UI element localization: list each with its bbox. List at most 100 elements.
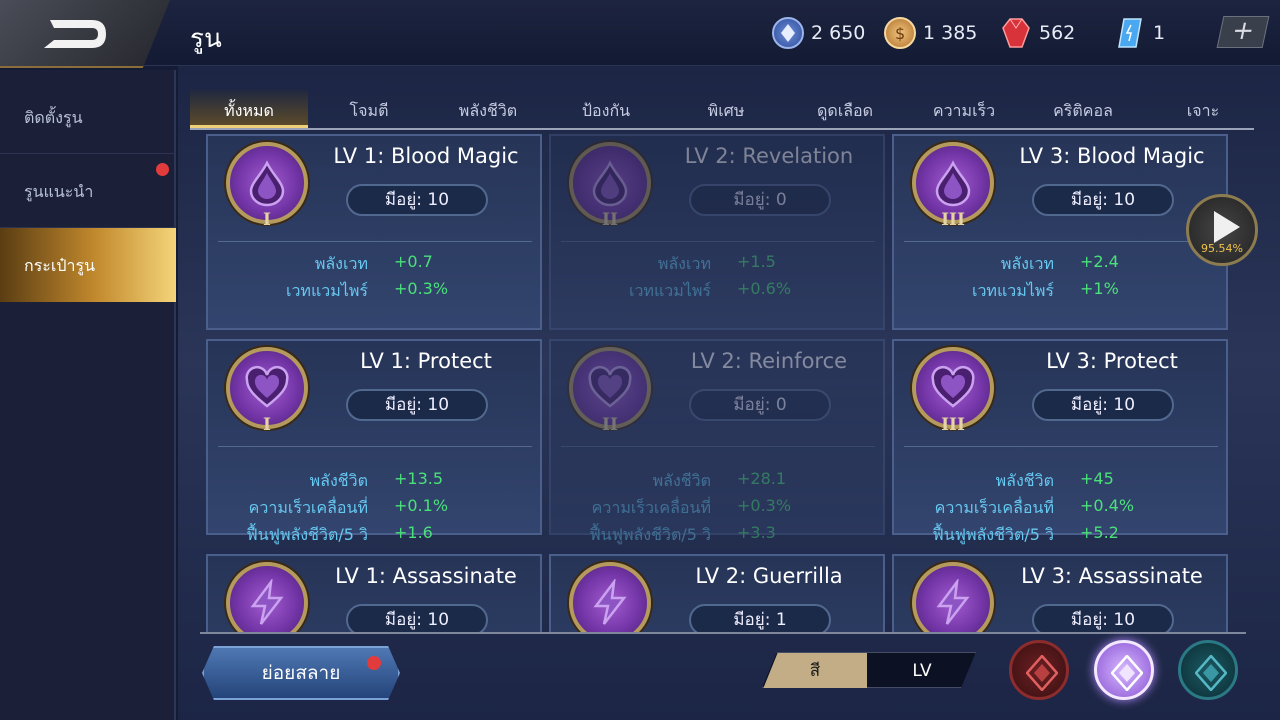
heart-icon bbox=[931, 366, 975, 408]
purple-rune-filter-icon[interactable] bbox=[1094, 640, 1154, 700]
gold-coin-icon: $ bbox=[884, 17, 916, 49]
rune-stat-label: พลังเวท bbox=[1000, 254, 1054, 273]
rune-stat-row: ฟื้นฟูพลังชีวิต/5 วิ +1.6 bbox=[208, 523, 544, 547]
lightning-rune-emblem: II bbox=[569, 562, 651, 632]
blue-voucher-icon bbox=[772, 17, 804, 49]
sidebar: ติดตั้งรูน รูนแนะนำ กระเป๋ารูน bbox=[0, 70, 176, 720]
currency-crystal: 1 bbox=[1114, 17, 1165, 49]
lightning-icon bbox=[250, 579, 284, 625]
tab-special[interactable]: พิเศษ bbox=[708, 99, 745, 124]
currency-gold-value: 1 385 bbox=[923, 22, 978, 44]
rune-stat-value: +0.3% bbox=[737, 496, 792, 515]
category-tabs: ทั้งหมด โจมตี พลังชีวิต ป้องกัน พิเศษ ดู… bbox=[190, 90, 1254, 130]
blue-crystal-icon bbox=[1114, 17, 1146, 49]
rune-card[interactable]: II LV 2: Reinforce มีอยู่: 0 พลังชีวิต +28.1… bbox=[549, 339, 885, 544]
rune-stat-row: เวทแวมไพร์ +0.6% bbox=[551, 279, 887, 303]
rune-owned-count: มีอยู่: 0 bbox=[689, 389, 831, 421]
red-rune-filter-icon[interactable] bbox=[1009, 640, 1069, 700]
rune-card[interactable]: III LV 3: Assassinate มีอยู่: 10 bbox=[892, 554, 1228, 632]
rune-stat-row: เวทแวมไพร์ +1% bbox=[894, 279, 1230, 303]
rune-stat-label: พลังชีวิต bbox=[995, 471, 1054, 490]
tab-critical[interactable]: คริติคอล bbox=[1053, 99, 1113, 124]
rune-stat-label: ความเร็วเคลื่อนที่ bbox=[248, 498, 368, 517]
rune-stat-label: พลังเวท bbox=[314, 254, 368, 273]
rune-stat-value: +28.1 bbox=[737, 469, 787, 488]
rune-owned-count: มีอยู่: 10 bbox=[346, 604, 488, 632]
rune-tier: III bbox=[941, 415, 965, 435]
rune-stat-row: พลังเวท +0.7 bbox=[208, 252, 544, 276]
lightning-icon bbox=[936, 579, 970, 625]
page-title: รูน bbox=[190, 24, 222, 54]
tab-speed[interactable]: ความเร็ว bbox=[933, 99, 995, 124]
rune-card[interactable]: I LV 1: Blood Magic มีอยู่: 10 พลังเวท +0.7 เ… bbox=[206, 134, 542, 330]
rune-card[interactable]: III LV 3: Protect มีอยู่: 10 พลังชีวิต +45 คว… bbox=[892, 339, 1230, 544]
rune-name: LV 1: Protect bbox=[360, 349, 492, 373]
sort-toggle: สี LV bbox=[762, 652, 976, 688]
tab-hp[interactable]: พลังชีวิต bbox=[459, 99, 517, 124]
rune-stat-row: พลังเวท +2.4 bbox=[894, 252, 1230, 276]
rune-stat-row: ฟื้นฟูพลังชีวิต/5 วิ +5.2 bbox=[894, 523, 1230, 547]
rune-grid: I LV 1: Blood Magic มีอยู่: 10 พลังเวท +0.7 เ… bbox=[200, 134, 1250, 632]
currency-voucher: 2 650 bbox=[772, 17, 865, 49]
rune-name: LV 1: Blood Magic bbox=[333, 144, 519, 168]
sort-by-color-button[interactable]: สี bbox=[763, 653, 867, 688]
rune-stat-row: ฟื้นฟูพลังชีวิต/5 วิ +3.3 bbox=[551, 523, 887, 547]
rune-name: LV 1: Assassinate bbox=[335, 564, 517, 588]
sidebar-item-label: ติดตั้งรูน bbox=[24, 108, 83, 127]
card-divider bbox=[904, 446, 1218, 447]
rune-stat-value: +0.1% bbox=[394, 496, 449, 515]
divider bbox=[200, 632, 1246, 634]
rune-stat-label: พลังชีวิต bbox=[652, 471, 711, 490]
rune-stat-row: พลังเวท +1.5 bbox=[551, 252, 887, 276]
currency-voucher-value: 2 650 bbox=[811, 22, 866, 44]
sidebar-item-recommended[interactable]: รูนแนะนำ bbox=[0, 154, 176, 228]
currency-gold: $ 1 385 bbox=[884, 17, 977, 49]
sidebar-item-rune-bag[interactable]: กระเป๋ารูน bbox=[0, 228, 176, 302]
rune-stat-label: ฟื้นฟูพลังชีวิต/5 วิ bbox=[932, 525, 1054, 544]
heart-rune-emblem: I bbox=[226, 347, 308, 435]
play-button[interactable]: 95.54% bbox=[1186, 194, 1258, 266]
rune-stat-label: เวทแวมไพร์ bbox=[628, 281, 711, 300]
rune-stat-value: +1.6 bbox=[394, 523, 433, 542]
rune-tier: I bbox=[263, 210, 271, 230]
add-currency-button[interactable]: + bbox=[1216, 16, 1270, 48]
notification-dot bbox=[367, 656, 381, 670]
droplet-rune-emblem: I bbox=[226, 142, 308, 230]
rune-stat-row: ความเร็วเคลื่อนที่ +0.1% bbox=[208, 496, 544, 520]
droplet-icon bbox=[592, 160, 628, 207]
rune-stat-row: เวทแวมไพร์ +0.3% bbox=[208, 279, 544, 303]
rune-tier: II bbox=[602, 415, 618, 435]
teal-rune-filter-icon[interactable] bbox=[1178, 640, 1238, 700]
rune-card[interactable]: I LV 1: Protect มีอยู่: 10 พลังชีวิต +13.5 คว… bbox=[206, 339, 544, 544]
sort-by-level-button[interactable]: LV bbox=[867, 653, 976, 688]
rune-card[interactable]: I LV 1: Assassinate มีอยู่: 10 bbox=[206, 554, 542, 632]
rune-stat-label: ความเร็วเคลื่อนที่ bbox=[934, 498, 1054, 517]
dismantle-button[interactable]: ย่อยสลาย bbox=[202, 646, 400, 700]
rune-stat-value: +2.4 bbox=[1080, 252, 1119, 271]
rune-stat-row: พลังชีวิต +45 bbox=[894, 469, 1230, 493]
rune-stat-value: +0.4% bbox=[1080, 496, 1135, 515]
tab-all[interactable]: ทั้งหมด bbox=[224, 99, 274, 124]
rune-card[interactable]: III LV 3: Blood Magic มีอยู่: 10 พลังเวท +2.… bbox=[892, 134, 1228, 330]
rune-tier: III bbox=[941, 210, 965, 230]
droplet-icon bbox=[249, 160, 285, 207]
rune-owned-count: มีอยู่: 10 bbox=[1032, 604, 1174, 632]
rune-name: LV 2: Reinforce bbox=[690, 349, 848, 373]
currency-crystal-value: 1 bbox=[1153, 22, 1166, 44]
sidebar-item-equip-rune[interactable]: ติดตั้งรูน bbox=[0, 80, 176, 154]
currency-gem-value: 562 bbox=[1039, 22, 1076, 44]
rune-stat-label: เวทแวมไพร์ bbox=[971, 281, 1054, 300]
rune-stat-label: เวทแวมไพร์ bbox=[285, 281, 368, 300]
rune-name: LV 2: Revelation bbox=[684, 144, 854, 168]
play-percent: 95.54% bbox=[1201, 242, 1243, 255]
rune-stat-value: +45 bbox=[1080, 469, 1114, 488]
rune-card[interactable]: II LV 2: Revelation มีอยู่: 0 พลังเวท +1.5 เว… bbox=[549, 134, 885, 330]
back-button[interactable] bbox=[0, 0, 170, 68]
rune-card[interactable]: II LV 2: Guerrilla มีอยู่: 1 bbox=[549, 554, 885, 632]
tab-penetration[interactable]: เจาะ bbox=[1187, 99, 1219, 124]
tab-defense[interactable]: ป้องกัน bbox=[582, 99, 630, 124]
tab-attack[interactable]: โจมตี bbox=[350, 99, 389, 124]
red-gem-icon bbox=[1000, 17, 1032, 49]
tab-lifesteal[interactable]: ดูดเลือด bbox=[817, 99, 873, 124]
rune-owned-count: มีอยู่: 10 bbox=[1032, 389, 1174, 421]
